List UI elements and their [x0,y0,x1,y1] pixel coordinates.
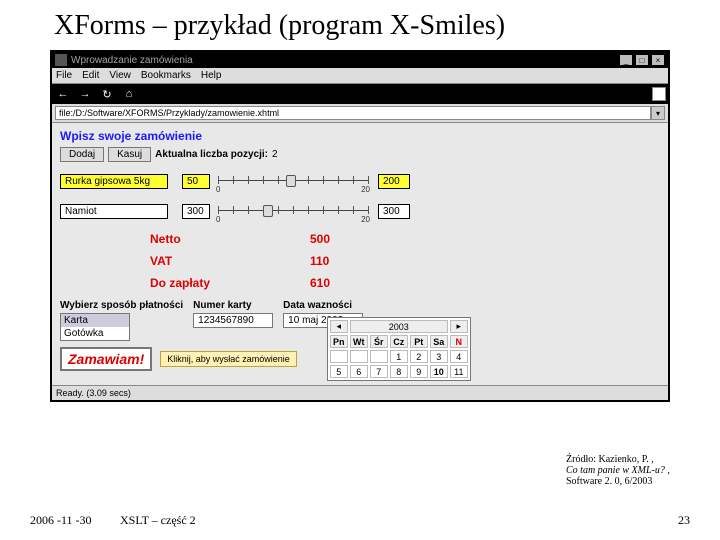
net-label: Netto [150,232,310,246]
minimize-button[interactable]: _ [619,54,633,66]
calendar-popup[interactable]: ◂2003▸ PnWtŚrCzPtSaN 1234 567891011 [327,317,471,381]
menu-file[interactable]: File [56,70,72,81]
cardno-input[interactable]: 1234567890 [193,313,273,328]
item1-slider[interactable]: 0 20 [218,170,368,192]
app-icon [55,54,67,66]
address-input[interactable]: file:/D:/Software/XFORMS/Przyklady/zamow… [55,106,651,120]
payment-option-card: Karta [61,314,129,327]
footer-title: XSLT – część 2 [120,513,196,528]
total-value: 610 [310,276,370,290]
item1-name[interactable]: Rurka gipsowa 5kg [60,174,168,189]
footer-date: 2006 -11 -30 [30,513,92,528]
reload-button[interactable]: ↻ [98,86,116,102]
close-button[interactable]: × [651,54,665,66]
form-heading: Wpisz swoje zamówienie [60,129,660,143]
vat-value: 110 [310,254,370,268]
page-body: Wpisz swoje zamówienie Dodaj Kasuj Aktua… [52,123,668,385]
nav-toolbar: ← → ↻ ⌂ [52,84,668,104]
total-label: Do zapłaty [150,276,310,290]
slide-title: XForms – przykład (program X-Smiles) [54,10,670,42]
slide-footer: 2006 -11 -30 XSLT – część 2 23 [30,513,690,528]
expiry-header: Data wazności [283,300,363,311]
menu-bar: File Edit View Bookmarks Help [52,68,668,84]
delete-button[interactable]: Kasuj [108,147,151,162]
footer-page: 23 [678,513,690,528]
menu-help[interactable]: Help [201,70,222,81]
cal-year: 2003 [350,320,448,333]
citation: Źródło: Kazienko, P. , Co tam panie w XM… [566,454,706,487]
submit-order-button[interactable]: Zamawiam! [60,347,152,371]
menu-view[interactable]: View [109,70,131,81]
status-bar: Ready. (3.09 secs) [52,385,668,400]
item-row-2: Namiot 300 0 20 300 [60,200,660,222]
forward-button[interactable]: → [76,86,94,102]
item2-qty: 300 [378,204,410,219]
address-bar: file:/D:/Software/XFORMS/Przyklady/zamow… [52,104,668,123]
menu-bookmarks[interactable]: Bookmarks [141,70,191,81]
item2-price[interactable]: 300 [182,204,210,219]
back-button[interactable]: ← [54,86,72,102]
stop-button[interactable] [652,87,666,101]
item2-name[interactable]: Namiot [60,204,168,219]
item1-qty: 200 [378,174,410,189]
menu-edit[interactable]: Edit [82,70,99,81]
maximize-button[interactable]: □ [635,54,649,66]
window-title: Wprowadzanie zamówienia [71,55,193,66]
payment-option-cash: Gotówka [61,327,129,340]
payment-header: Wybierz sposób płatności [60,300,183,311]
address-dropdown-button[interactable]: ▾ [651,106,665,120]
payment-select[interactable]: Karta Gotówka [60,313,130,341]
submit-hint: Kliknij, aby wysłać zamówienie [160,351,297,367]
cardno-header: Numer karty [193,300,273,311]
count-label: Aktualna liczba pozycji: [155,149,268,160]
cal-next[interactable]: ▸ [450,320,468,333]
vat-label: VAT [150,254,310,268]
item-row-1: Rurka gipsowa 5kg 50 0 20 200 [60,170,660,192]
home-button[interactable]: ⌂ [120,86,138,102]
cal-prev[interactable]: ◂ [330,320,348,333]
item1-price[interactable]: 50 [182,174,210,189]
app-window: Wprowadzanie zamówienia _ □ × File Edit … [50,50,670,402]
net-value: 500 [310,232,370,246]
add-button[interactable]: Dodaj [60,147,104,162]
count-value: 2 [272,149,278,160]
item2-slider[interactable]: 0 20 [218,200,368,222]
totals-block: Netto500 VAT110 Do zapłaty610 [60,232,660,290]
titlebar: Wprowadzanie zamówienia _ □ × [52,52,668,68]
